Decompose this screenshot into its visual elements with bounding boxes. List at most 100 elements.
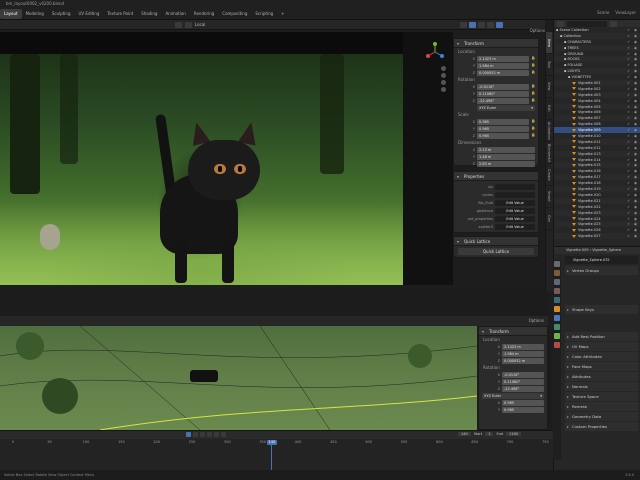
properties-section-header[interactable]: Remesh <box>565 402 638 411</box>
lower-scale-field[interactable]: 0.965 <box>502 406 544 413</box>
quick-lattice-button[interactable]: Quick Lattice <box>458 248 534 255</box>
rendered-shading-icon[interactable] <box>496 22 503 28</box>
outliner-item[interactable]: Vignette.027 ✓ ◉ <box>554 233 640 240</box>
jump-end-icon[interactable] <box>221 432 226 437</box>
lower-location-field[interactable]: 0.000052 m <box>502 357 544 364</box>
rotation-field[interactable]: 0.11080° <box>477 90 529 97</box>
property-field[interactable] <box>495 192 535 198</box>
properties-section-header[interactable]: UV Maps <box>565 342 638 351</box>
properties-section-header[interactable]: Vertex Groups <box>565 266 638 275</box>
lower-rotation-field[interactable]: -0.0116° <box>502 371 544 378</box>
properties-section-header[interactable]: Shape Keys <box>565 305 638 314</box>
workspace-tab[interactable]: Texture Paint <box>103 9 137 19</box>
camera-view-icon[interactable] <box>441 80 446 85</box>
properties-section-header[interactable]: Color Attributes <box>565 352 638 361</box>
scale-field[interactable]: 0.965 <box>477 132 529 139</box>
workspace-tab[interactable]: Compositing <box>218 9 251 19</box>
n-panel-tab[interactable]: Item <box>546 32 552 54</box>
dimension-field[interactable]: 2.83 m <box>477 160 535 167</box>
workspace-tab[interactable]: Animation <box>161 9 189 19</box>
ortho-toggle-icon[interactable] <box>441 87 446 92</box>
location-field[interactable]: 2.1423 m <box>477 55 529 62</box>
material-tab-icon[interactable] <box>554 342 560 348</box>
particles-tab-icon[interactable] <box>554 324 560 330</box>
dimension-field[interactable]: 1.46 m <box>477 153 535 160</box>
lock-icon[interactable]: 🔒 <box>531 70 535 75</box>
scale-field[interactable]: 0.965 <box>477 118 529 125</box>
lock-icon[interactable]: 🔒 <box>531 119 535 124</box>
world-tab-icon[interactable] <box>554 297 560 303</box>
n-panel-tab[interactable]: BlenderKit <box>546 142 552 164</box>
current-frame-field[interactable]: 140 <box>458 432 471 436</box>
lock-icon[interactable]: 🔒 <box>531 126 535 131</box>
modifier-tab-icon[interactable] <box>554 315 560 321</box>
quick-lattice-header[interactable]: Quick Lattice <box>454 237 538 246</box>
properties-section-header[interactable]: Attributes <box>565 372 638 381</box>
output-tab-icon[interactable] <box>554 279 560 285</box>
property-field[interactable]: Edit Value <box>495 224 535 230</box>
next-keyframe-icon[interactable] <box>214 432 219 437</box>
jump-start-icon[interactable] <box>186 432 191 437</box>
play-reverse-icon[interactable] <box>200 432 205 437</box>
lower-location-field[interactable]: 2.1423 m <box>502 343 544 350</box>
properties-section-header[interactable]: Add Rest Position <box>565 332 638 341</box>
scene-selector[interactable]: Scene <box>597 10 609 15</box>
lock-icon[interactable]: 🔒 <box>531 133 535 138</box>
end-frame-field[interactable]: 1160 <box>506 432 522 436</box>
rotation-mode-select[interactable]: XYZ Euler ▾ <box>477 104 535 111</box>
solid-shading-icon[interactable] <box>487 22 494 28</box>
view-mode-label[interactable]: Local <box>195 22 205 28</box>
scene-tab-icon[interactable] <box>554 288 560 294</box>
prev-keyframe-icon[interactable] <box>193 432 198 437</box>
properties-section-header[interactable]: Normals <box>565 382 638 391</box>
properties-section-header[interactable]: Custom Properties <box>565 422 638 431</box>
xray-toggle-icon[interactable] <box>478 22 485 28</box>
n-panel-tab[interactable]: Create <box>546 164 552 186</box>
exclude-checkbox[interactable]: ✓ <box>627 233 630 239</box>
n-panel-tab[interactable]: View <box>546 76 552 98</box>
rotation-field[interactable]: -0.0116° <box>477 83 529 90</box>
lower-options-menu[interactable]: Options <box>529 318 544 323</box>
render-tab-icon[interactable] <box>554 270 560 276</box>
workspace-tab[interactable]: Sculpting <box>48 9 75 19</box>
properties-section-header[interactable]: Geometry Data <box>565 412 638 421</box>
lock-icon[interactable]: 🔒 <box>531 84 535 89</box>
lower-transform-header[interactable]: Transform <box>479 327 547 336</box>
lower-rotation-field[interactable]: 0.11080° <box>502 378 544 385</box>
mesh-datablock-field[interactable]: Vignette_Sphere.032 <box>565 256 638 264</box>
n-panel-tab[interactable]: Smart <box>546 186 552 208</box>
workspace-tab[interactable]: UV Editing <box>75 9 104 19</box>
view-layer-selector[interactable]: ViewLayer <box>615 10 636 15</box>
property-field[interactable]: Edit Value <box>495 200 535 206</box>
lock-icon[interactable]: 🔒 <box>531 98 535 103</box>
location-field[interactable]: 0.000052 m <box>477 69 529 76</box>
properties-section-header[interactable]: Texture Space <box>565 392 638 401</box>
transform-pivot-icon[interactable] <box>185 22 192 28</box>
workspace-tab[interactable]: Shading <box>137 9 161 19</box>
workspace-tab[interactable]: + <box>277 9 288 19</box>
rotation-field[interactable]: -22.498° <box>477 97 529 104</box>
timeline[interactable]: 140 Start 1 End 1160 0 50 100 150 200 250 300 3… <box>0 430 553 471</box>
visibility-icon[interactable]: ◉ <box>634 233 637 239</box>
transform-header[interactable]: Transform <box>454 39 538 48</box>
zoom-icon[interactable] <box>441 66 446 71</box>
lock-icon[interactable]: 🔒 <box>531 63 535 68</box>
n-panel-tab[interactable]: Edit <box>546 98 552 120</box>
play-icon[interactable] <box>207 432 212 437</box>
properties-section-header[interactable]: Face Maps <box>565 362 638 371</box>
lower-location-field[interactable]: 1.984 m <box>502 350 544 357</box>
start-frame-field[interactable]: 1 <box>485 432 494 436</box>
workspace-tab[interactable]: Rendering <box>190 9 218 19</box>
dimension-field[interactable]: 2.13 m <box>477 146 535 153</box>
lock-icon[interactable]: 🔒 <box>531 56 535 61</box>
tool-tab-icon[interactable] <box>554 261 560 267</box>
object-tab-icon[interactable] <box>554 306 560 312</box>
property-field[interactable]: Edit Value <box>495 208 535 214</box>
properties-header[interactable]: Properties <box>454 172 538 181</box>
navigation-gizmo[interactable] <box>425 42 445 62</box>
object-mode-icon[interactable] <box>175 22 182 28</box>
scale-field[interactable]: 0.965 <box>477 125 529 132</box>
lower-rotation-mode-select[interactable]: XYZ Euler ▾ <box>482 392 544 399</box>
mesh-data-tab-icon[interactable] <box>554 333 560 339</box>
property-field[interactable] <box>495 184 535 190</box>
